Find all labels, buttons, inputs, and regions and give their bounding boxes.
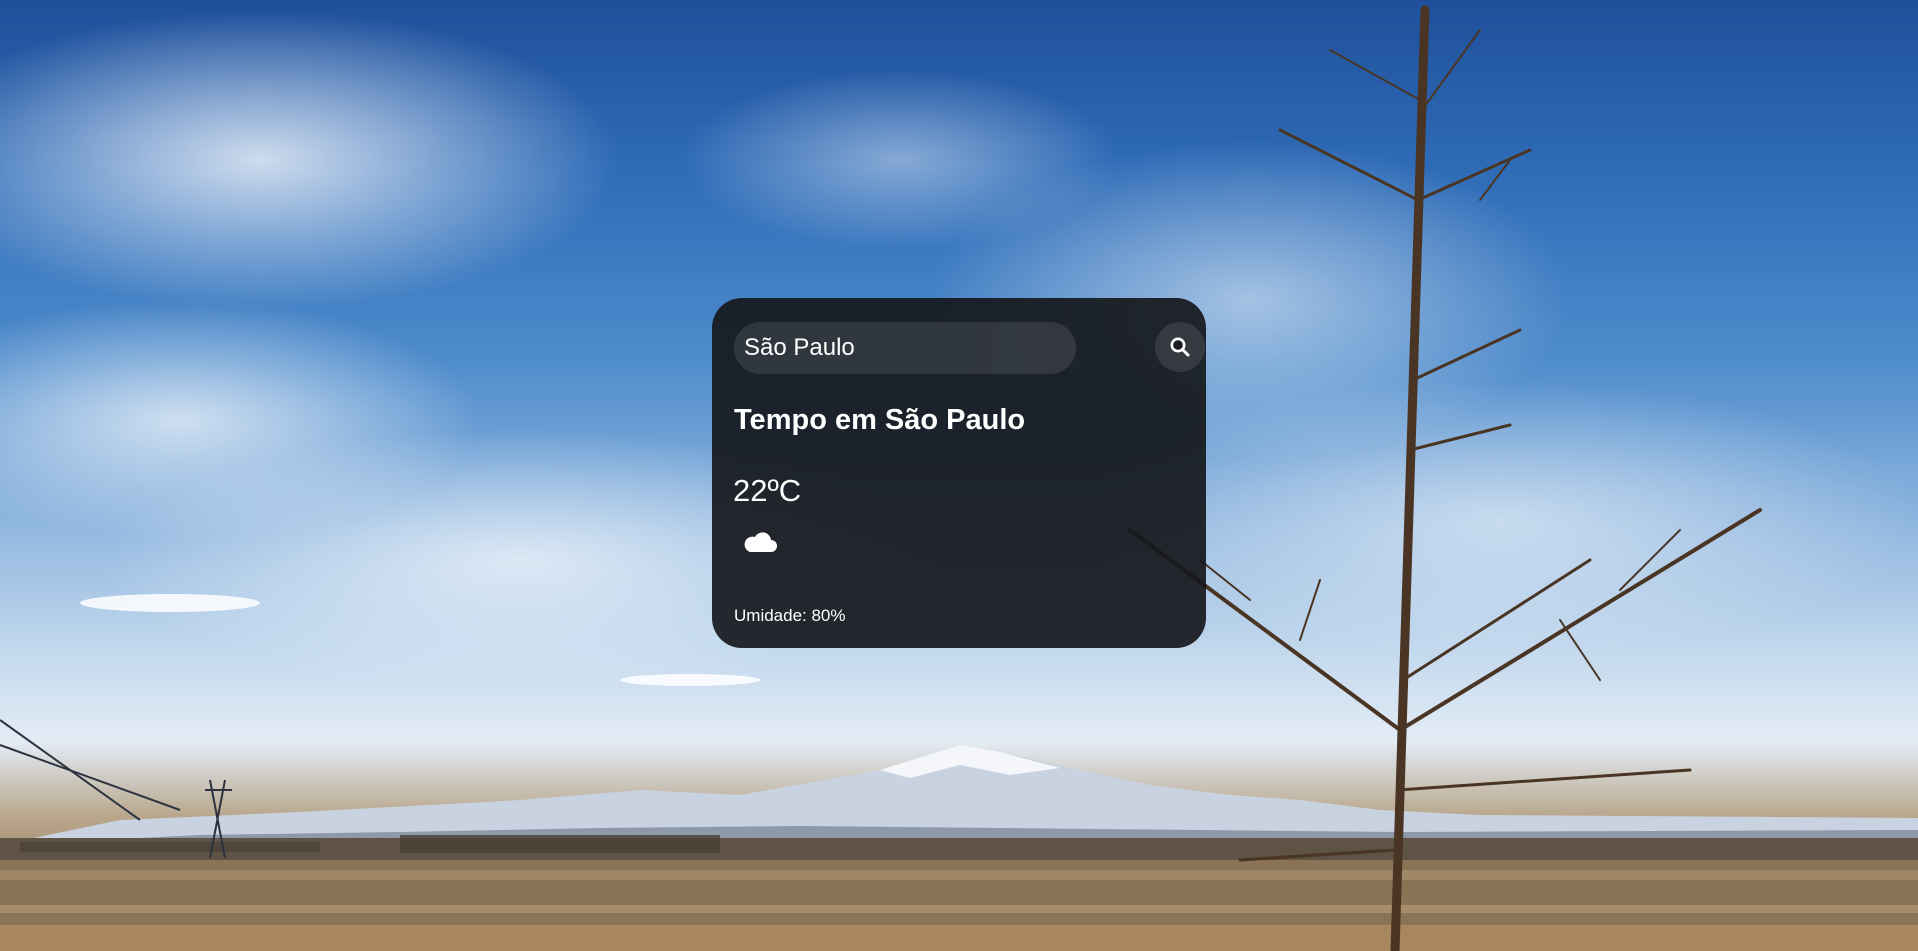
search-icon: [1170, 337, 1190, 357]
weather-card: Tempo em São Paulo 22ºC Umidade: 80%: [712, 298, 1206, 648]
search-button[interactable]: [1155, 322, 1205, 372]
search-bar: [734, 320, 1205, 374]
cloud-icon: [744, 532, 777, 552]
search-input[interactable]: [734, 322, 1076, 374]
humidity-label: Umidade: 80%: [734, 606, 846, 625]
temperature-value: 22ºC: [733, 473, 802, 508]
weather-icon: [742, 530, 778, 559]
city-title: Tempo em São Paulo: [734, 404, 1026, 436]
